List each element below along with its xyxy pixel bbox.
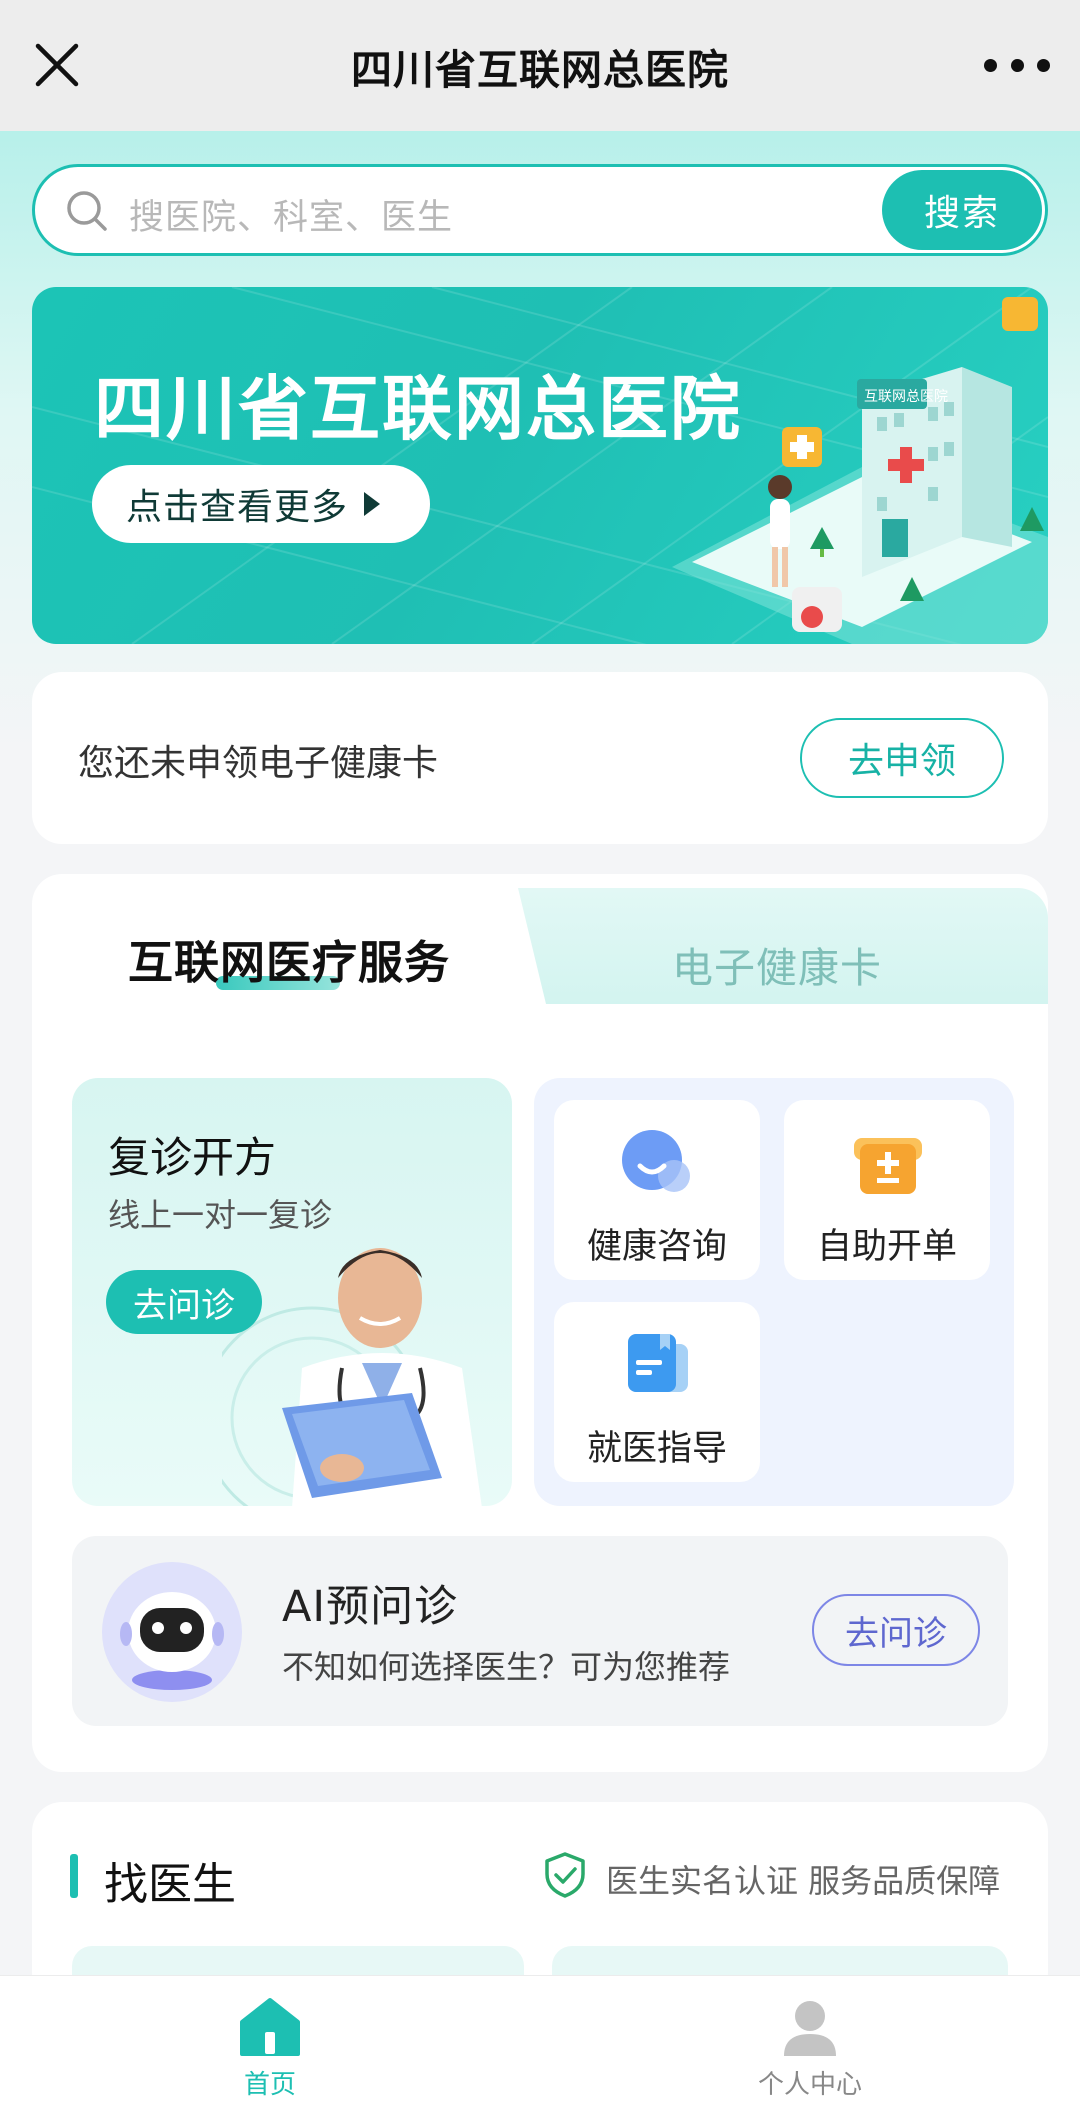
banner-more-button[interactable]: 点击查看更多 [92,465,430,543]
quick-item-label: 就医指导 [586,1429,727,1469]
ai-preconsult-card[interactable]: AI预问诊 不知如何选择医生？可为您推荐 去问诊 [72,1536,1008,1726]
banner-more-label: 点击查看更多 [126,487,349,528]
followup-prescription-card[interactable]: 复诊开方 线上一对一复诊 去问诊 [72,1078,512,1506]
health-card-status-text: 您还未申领电子健康卡 [78,743,439,784]
ai-consult-button[interactable]: 去问诊 [812,1594,980,1666]
quick-item-label: 健康咨询 [586,1227,727,1267]
ai-title: AI预问诊 [282,1582,459,1632]
shield-check-icon [545,1852,585,1898]
section-accent-bar [70,1854,78,1898]
robot-avatar-icon [102,1562,242,1702]
tab-personal-center[interactable]: 个人中心 [710,1996,910,2101]
search-input[interactable]: 搜医院、科室、医生 [129,189,453,240]
search-bar[interactable]: 搜医院、科室、医生 搜索 [32,164,1048,256]
tab-electronic-health-card[interactable]: 电子健康卡 [672,934,882,994]
quick-item-self-order[interactable]: 自助开单 [784,1100,990,1280]
followup-consult-button[interactable]: 去问诊 [106,1270,262,1334]
close-icon[interactable] [30,38,84,92]
promo-banner[interactable]: 四川省互联网总医院 点击查看更多 互联网总医院 [32,287,1048,644]
top-nav-bar: 四川省互联网总医院 [0,0,1080,131]
bottom-tab-bar: 首页 个人中心 [0,1975,1080,2117]
search-button[interactable]: 搜索 [882,170,1042,250]
apply-health-card-button[interactable]: 去申领 [800,718,1004,798]
quick-item-health-consult[interactable]: 健康咨询 [554,1100,760,1280]
find-doctor-guarantee-note: 医生实名认证 服务品质保障 [606,1862,1001,1900]
tab-home[interactable]: 首页 [170,1996,370,2101]
find-doctor-title: 找医生 [104,1859,236,1910]
play-arrow-icon [364,492,381,516]
quick-item-label: 自助开单 [816,1227,957,1267]
hospital-illustration: 互联网总医院 [672,297,1048,644]
followup-subtitle: 线上一对一复诊 [108,1196,333,1234]
guide-doc-icon [628,1334,688,1392]
health-card-row: 您还未申领电子健康卡 去申领 [32,672,1048,844]
svg-text:互联网总医院: 互联网总医院 [864,389,948,405]
ai-subtitle: 不知如何选择医生？可为您推荐 [282,1648,731,1686]
order-box-icon [854,1138,922,1194]
tab-personal-center-label: 个人中心 [757,2070,862,2100]
tab-internet-medical-service[interactable]: 互联网医疗服务 [128,926,450,991]
services-panel: 互联网医疗服务 电子健康卡 复诊开方 线上一对一复诊 去问诊 健康咨询 自助开单… [32,874,1048,1772]
followup-title: 复诊开方 [108,1133,277,1182]
page-title: 四川省互联网总医院 [351,45,729,94]
search-icon [67,191,107,231]
person-icon [784,2001,836,2056]
quick-item-medical-guide[interactable]: 就医指导 [554,1302,760,1482]
home-icon [240,1998,300,2056]
tab-home-label: 首页 [243,2070,296,2100]
quick-services-grid: 健康咨询 自助开单 就医指导 [534,1078,1014,1506]
find-doctor-section: 找医生 医生实名认证 服务品质保障 [32,1802,1048,2002]
chat-bubble-icon [622,1130,690,1192]
more-dots-icon[interactable] [984,50,1050,80]
